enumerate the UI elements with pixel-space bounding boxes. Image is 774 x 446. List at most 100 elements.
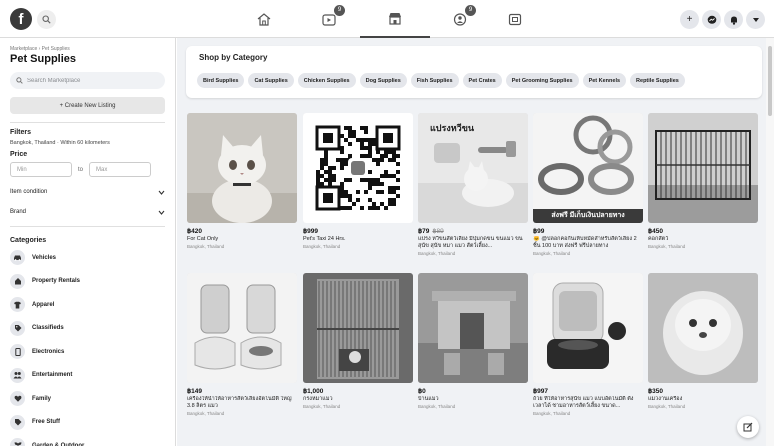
listing-card[interactable]: ส่งฟรี มีเก็บเงินปลายทาง฿99 🐱 @ปลอกคอกันเ… [533,113,643,256]
category-chip[interactable]: Reptile Supplies [630,73,685,88]
people-icon [10,367,25,383]
divider [10,122,165,123]
breadcrumb[interactable]: Marketplace › Pet Supplies [10,46,165,52]
notifications-button[interactable] [724,10,743,29]
search-button[interactable] [37,10,56,29]
messenger-button[interactable] [702,10,721,29]
price-heading: Price [10,151,28,158]
price-value: ฿99 [533,228,545,235]
marketplace-search[interactable] [10,72,165,89]
car-icon [10,250,25,266]
listing-price: ฿999 [303,227,413,235]
listing-image[interactable] [303,273,413,383]
listing-price: ฿79 ฿89 [418,227,528,235]
category-chip[interactable]: Bird Supplies [197,73,245,88]
heart-icon [10,391,25,407]
compose-message-button[interactable] [737,416,759,438]
category-item[interactable]: Property Rentals [10,270,165,294]
category-label: Vehicles [32,254,57,261]
chevron-down-icon [158,210,165,215]
account-menu-button[interactable] [746,10,765,29]
item-condition-dropdown[interactable]: Item condition [10,186,165,198]
listing-price: ฿0 [418,387,528,395]
top-navigation-bar: f 9 9 + [0,0,774,38]
listing-image[interactable] [648,113,758,223]
price-value: ฿997 [533,388,548,395]
listing-image[interactable] [533,273,643,383]
listing-location: Bangkok, Thailand [648,244,686,249]
listing-card[interactable]: ฿420 For Cat Only Bangkok, Thailand [187,113,297,249]
chevron-down-icon [158,190,165,195]
category-chips: Bird Supplies Cat Supplies Chicken Supplie… [197,73,685,88]
nav-home[interactable] [229,0,299,38]
scrollbar-thumb[interactable] [768,46,772,116]
facebook-logo-icon[interactable]: f [10,8,32,30]
listing-image[interactable] [187,113,297,223]
listing-card[interactable]: ฿999 Pet's Taxi 24 Hrs. Bangkok, Thailand [303,113,413,249]
category-chip[interactable]: Pet Kennels [582,73,627,88]
listing-card[interactable]: ฿1,000 กรงหมาแมว Bangkok, Thailand [303,273,413,409]
listing-image[interactable] [187,273,297,383]
max-price-input[interactable]: Max [89,162,152,177]
groups-badge: 9 [465,5,476,16]
category-chip[interactable]: Pet Grooming Supplies [505,73,579,88]
listing-title: 🐱 @ปลอกคอกันเห็บหมัดสำหรับสัตว์เลี้ยง 2 … [533,236,637,249]
price-value: ฿1,000 [303,388,324,395]
compose-icon [743,422,753,432]
category-chip[interactable]: Fish Supplies [410,73,459,88]
listing-card[interactable]: ฿149 เครื่องให้น้ำให้อาหารสัตว์เลี้ยงอัตโ… [187,273,297,416]
listing-card[interactable]: ฿450 คอกสัตว์ Bangkok, Thailand [648,113,758,249]
listing-card[interactable]: ฿350 แมวงานเครื่อง Bangkok, Thailand [648,273,758,409]
listing-image[interactable] [648,273,758,383]
category-item[interactable]: Garden & Outdoor [10,434,165,446]
listing-card[interactable]: ฿0 บ้านแมว Bangkok, Thailand [418,273,528,409]
min-price-input[interactable]: Min [10,162,72,177]
listing-price: ฿99 [533,227,643,235]
category-item[interactable]: Vehicles [10,246,165,270]
listing-image[interactable] [418,273,528,383]
marketplace-sidebar: Marketplace › Pet Supplies Pet Supplies … [0,38,176,446]
listing-card[interactable]: ฿997 ถ้วย ที่ให้อาหารสุนัข แมว แบบอัตโนมั… [533,273,643,416]
listing-image[interactable]: ส่งฟรี มีเก็บเงินปลายทาง [533,113,643,223]
category-chip[interactable]: Pet Crates [462,73,502,88]
category-label: Property Rentals [32,278,81,285]
scrollbar[interactable] [766,38,774,446]
category-chip[interactable]: Cat Supplies [248,73,294,88]
listing-title: บ้านแมว [418,396,439,402]
categories-heading: Categories [10,237,47,244]
category-item[interactable]: Entertainment [10,364,165,388]
listing-price: ฿997 [533,387,643,395]
home-icon [257,12,271,26]
category-label: Electronics [32,348,65,355]
nav-marketplace[interactable] [360,0,430,38]
search-input[interactable] [27,77,157,84]
category-label: Free Stuff [32,419,61,426]
listing-image[interactable]: แปรงหวีขน [418,113,528,223]
listing-image[interactable] [303,113,413,223]
listing-location: Bangkok, Thailand [303,244,341,249]
plus-icon: + [686,14,693,25]
search-icon [42,15,51,24]
brand-dropdown[interactable]: Brand [10,206,165,218]
location-filter[interactable]: Bangkok, Thailand · Within 60 kilometers [10,140,165,146]
category-item[interactable]: Apparel [10,293,165,317]
listing-location: Bangkok, Thailand [303,404,341,409]
category-label: Entertainment [32,372,73,379]
page-title: Pet Supplies [10,53,77,65]
category-item[interactable]: Family [10,387,165,411]
price-to-label: to [78,166,84,173]
search-icon [16,77,23,84]
category-chip[interactable]: Chicken Supplies [297,73,356,88]
category-item[interactable]: Classifieds [10,317,165,341]
create-button[interactable]: + [680,10,699,29]
category-item[interactable]: Electronics [10,340,165,364]
nav-gaming[interactable] [480,0,550,38]
category-chip[interactable]: Dog Supplies [359,73,407,88]
listing-card[interactable]: แปรงหวีขน ฿79 ฿89 แปรง หวีขนสัตว์เลี้ยง มีป… [418,113,528,256]
nav-watch[interactable]: 9 [294,0,364,38]
house-icon [10,273,25,289]
price-value: ฿999 [303,228,318,235]
category-item[interactable]: Free Stuff [10,411,165,435]
create-listing-button[interactable]: + Create New Listing [10,97,165,114]
listing-location: Bangkok, Thailand [648,404,686,409]
